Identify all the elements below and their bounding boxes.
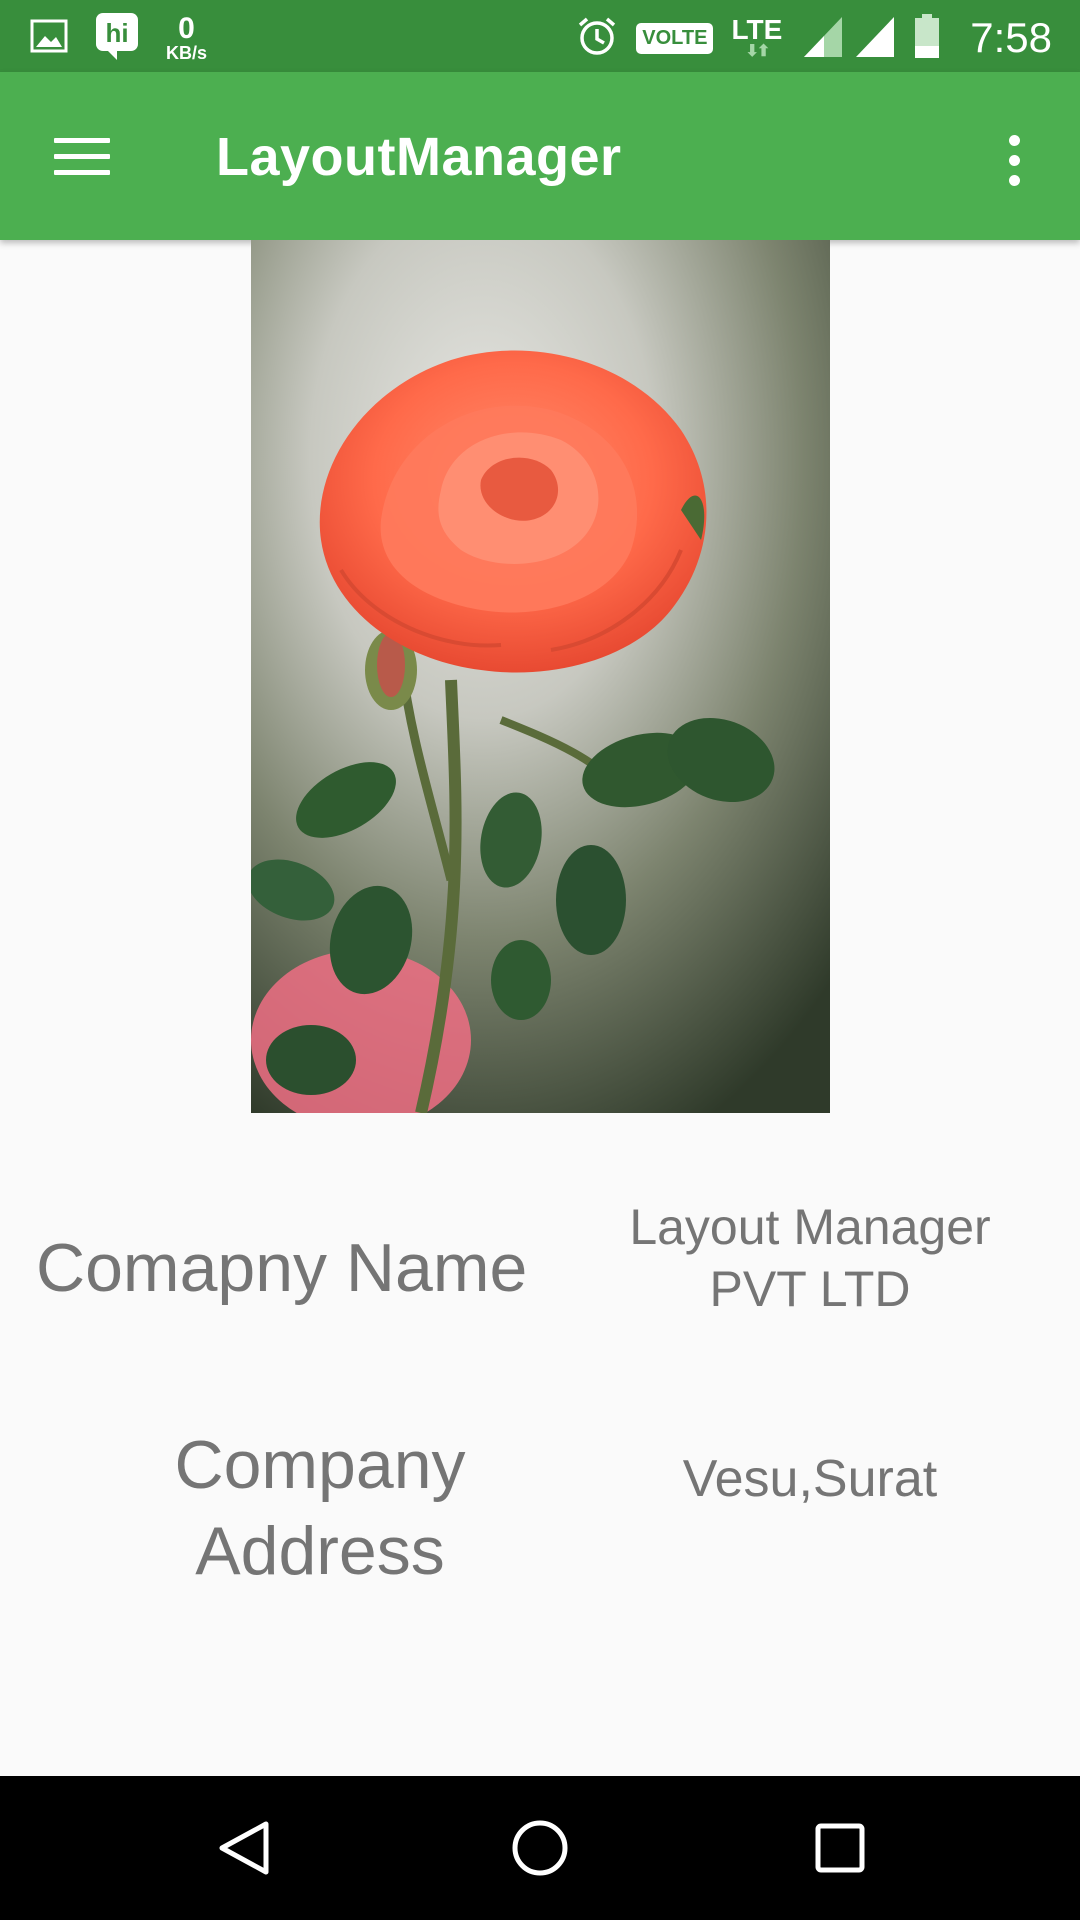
battery-icon	[914, 13, 940, 64]
volte-badge: VOLTE	[636, 22, 714, 54]
svg-text:hi: hi	[105, 18, 128, 48]
gallery-icon	[30, 19, 68, 58]
home-button[interactable]	[510, 1806, 570, 1890]
alarm-icon	[576, 15, 618, 62]
net-speed-indicator: 0 KB/s	[166, 12, 208, 63]
signal-icon	[800, 13, 896, 64]
status-time: 7:58	[970, 14, 1052, 61]
company-name-label: Comapny Name	[36, 1230, 528, 1306]
status-left: hi 0 KB/s	[30, 10, 207, 66]
more-vert-icon-dot	[1008, 154, 1020, 166]
company-address-label: Company Address	[80, 1422, 560, 1594]
hamburger-menu-icon	[54, 137, 110, 175]
more-vert-icon-dot	[1008, 134, 1020, 146]
lte-indicator: LTE ⬇⬆	[731, 16, 782, 60]
status-right: VOLTE LTE ⬇⬆ 7:58	[576, 8, 1052, 68]
net-speed-unit: KB/s	[166, 43, 208, 63]
status-bar: hi 0 KB/s VOLTE LTE ⬇⬆ 7:58	[0, 0, 1080, 72]
system-navigation-bar	[0, 1776, 1080, 1920]
company-address-value: Vesu,Surat	[682, 1450, 938, 1508]
net-speed-value: 0	[178, 12, 195, 45]
company-address-label-line2: Address	[195, 1513, 445, 1589]
company-address-label-line1: Company	[174, 1427, 466, 1503]
company-name-value: Layout Manager PVT LTD	[580, 1196, 1040, 1320]
rose-illustration	[251, 240, 830, 1113]
home-icon	[512, 1820, 568, 1876]
lte-label: LTE	[731, 14, 783, 45]
overflow-menu-button[interactable]	[984, 120, 1044, 200]
more-vert-icon-dot	[1008, 174, 1020, 186]
back-icon	[219, 1821, 269, 1875]
app-title: LayoutManager	[216, 127, 622, 187]
rose-image	[251, 240, 830, 1113]
back-button[interactable]	[210, 1806, 280, 1890]
recents-button[interactable]	[808, 1806, 872, 1890]
navigation-drawer-button[interactable]	[40, 116, 124, 196]
company-name-value-line1: Layout Manager	[629, 1199, 991, 1255]
hike-hi-icon: hi	[94, 11, 140, 66]
company-name-value-line2: PVT LTD	[709, 1261, 911, 1317]
app-bar: LayoutManager	[0, 72, 1080, 240]
recents-icon	[815, 1823, 865, 1873]
data-activity-icon: ⬇⬆	[745, 43, 770, 60]
